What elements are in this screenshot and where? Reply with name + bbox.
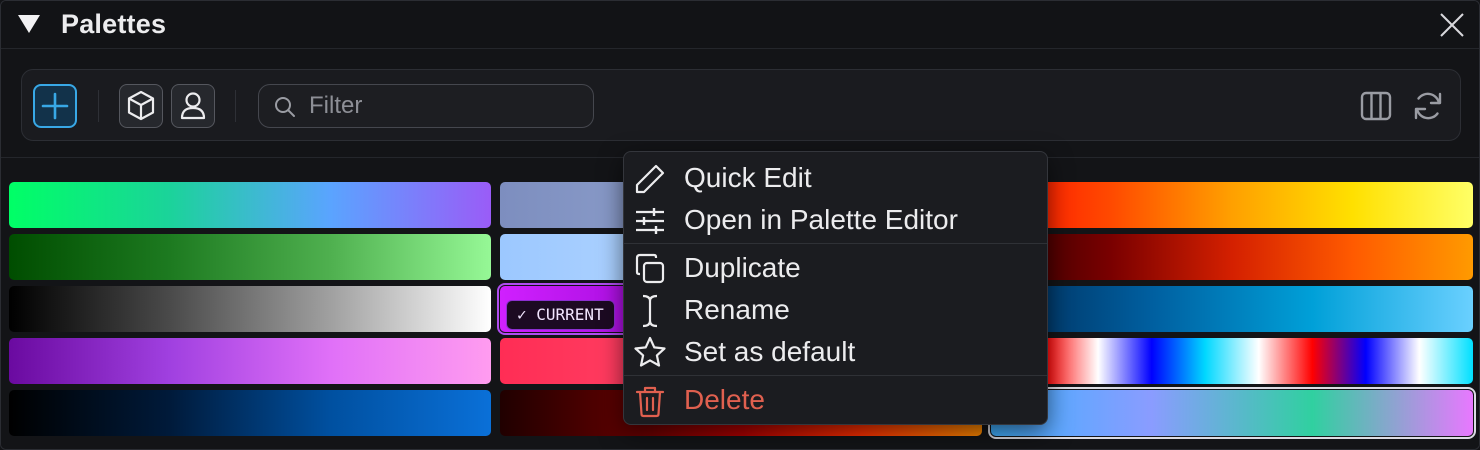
palette-swatch[interactable] bbox=[988, 387, 1476, 439]
menu-item-quick-edit[interactable]: Quick Edit bbox=[624, 157, 1047, 197]
menu-item-delete[interactable]: Delete bbox=[624, 379, 1047, 419]
pencil-icon bbox=[635, 164, 665, 194]
user-palettes-toggle[interactable] bbox=[171, 84, 215, 128]
palette-swatch[interactable] bbox=[9, 234, 491, 280]
menu-item-rename[interactable]: Rename bbox=[624, 289, 1047, 329]
menu-item-label: Set as default bbox=[684, 336, 856, 367]
menu-item-label: Open in Palette Editor bbox=[684, 204, 958, 235]
palette-swatch[interactable] bbox=[991, 182, 1473, 228]
toolbar-divider bbox=[235, 90, 236, 122]
plus-icon bbox=[41, 92, 69, 120]
palette-context-menu: Quick Edit Open in Palette Editor Duplic… bbox=[623, 151, 1048, 425]
palette-toolbar bbox=[21, 69, 1461, 141]
menu-divider bbox=[624, 243, 1047, 244]
palettes-panel: Palettes Filter ✓ CURRENT Quick Edit Ope… bbox=[0, 0, 1480, 450]
palette-swatch[interactable] bbox=[991, 234, 1473, 280]
palette-swatch[interactable] bbox=[9, 338, 491, 384]
panel-title: Palettes bbox=[61, 9, 167, 39]
menu-item-set-as-default[interactable]: Set as default bbox=[624, 331, 1047, 371]
refresh-icon[interactable] bbox=[1410, 88, 1446, 124]
columns-icon[interactable] bbox=[1358, 88, 1394, 124]
cube-icon bbox=[127, 90, 155, 121]
star-icon bbox=[634, 336, 666, 367]
search-icon bbox=[275, 97, 295, 117]
menu-item-label: Quick Edit bbox=[684, 162, 812, 193]
palette-swatch[interactable] bbox=[991, 338, 1473, 384]
text-cursor-icon bbox=[642, 294, 658, 328]
toolbar-divider bbox=[98, 90, 99, 122]
panel-titlebar: Palettes bbox=[1, 1, 1479, 49]
sliders-icon bbox=[636, 208, 664, 234]
duplicate-icon bbox=[635, 253, 665, 284]
menu-item-label: Rename bbox=[684, 294, 790, 325]
user-icon bbox=[180, 92, 206, 120]
menu-item-label: Delete bbox=[684, 384, 765, 415]
palette-swatch[interactable] bbox=[9, 182, 491, 228]
palette-swatch[interactable] bbox=[9, 390, 491, 436]
close-icon[interactable] bbox=[1437, 10, 1467, 40]
current-palette-badge: ✓ CURRENT bbox=[506, 300, 615, 330]
menu-divider bbox=[624, 375, 1047, 376]
trash-icon bbox=[635, 386, 665, 418]
filter-search-box[interactable] bbox=[258, 84, 594, 128]
filter-input[interactable] bbox=[309, 91, 579, 121]
collapse-triangle-icon[interactable] bbox=[17, 14, 41, 34]
menu-item-open-in-palette-editor[interactable]: Open in Palette Editor bbox=[624, 199, 1047, 239]
builtin-palettes-toggle[interactable] bbox=[119, 84, 163, 128]
menu-item-label: Duplicate bbox=[684, 252, 801, 283]
palette-swatch[interactable] bbox=[9, 286, 491, 332]
add-palette-button[interactable] bbox=[33, 84, 77, 128]
palette-swatch[interactable] bbox=[991, 286, 1473, 332]
menu-item-duplicate[interactable]: Duplicate bbox=[624, 247, 1047, 287]
